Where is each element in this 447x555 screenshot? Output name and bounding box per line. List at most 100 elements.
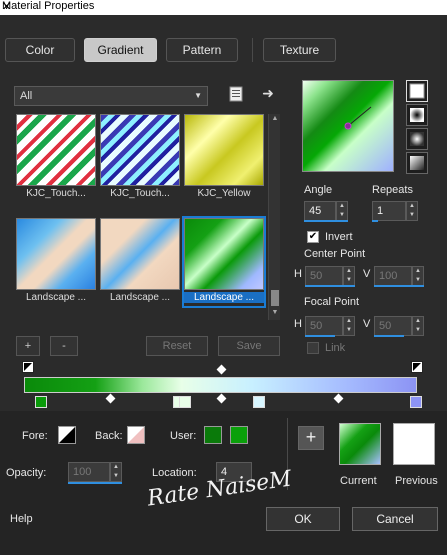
angle-input[interactable]: 45 — [304, 201, 336, 221]
center-v-spinner[interactable]: ▲ ▼ — [412, 266, 424, 286]
gradient-tile[interactable]: KJC_Touch... — [100, 114, 180, 202]
center-v-label: V — [363, 268, 371, 280]
linear-style-icon[interactable] — [406, 80, 428, 102]
color-stop-marker[interactable] — [410, 396, 422, 408]
document-icon[interactable] — [226, 86, 246, 106]
help-link[interactable]: Help — [10, 513, 33, 525]
opacity-slider[interactable] — [68, 482, 122, 484]
link-label: Link — [325, 342, 346, 354]
color-stop-marker[interactable] — [253, 396, 265, 408]
sunburst-style-icon[interactable] — [406, 152, 428, 174]
link-checkbox[interactable] — [307, 342, 319, 354]
gallery-scrollbar[interactable]: ▲ ▼ — [268, 114, 280, 320]
back-label: Back: — [95, 430, 123, 442]
save-gradient-button[interactable]: Save — [218, 336, 280, 356]
angle-label: Angle — [304, 184, 333, 196]
gradient-swatch — [100, 114, 180, 186]
angle-handle-icon[interactable] — [303, 81, 395, 173]
opacity-spinner[interactable]: ▲ ▼ — [110, 462, 122, 482]
gradient-tile[interactable]: Landscape ... — [16, 218, 96, 306]
gradient-tile[interactable]: Landscape ... — [100, 218, 180, 306]
user-color-swatch[interactable] — [230, 426, 248, 444]
gradient-tile-label: Landscape ... — [109, 292, 171, 303]
reset-button[interactable]: Reset — [146, 336, 208, 356]
center-h-input[interactable]: 50 — [305, 266, 343, 286]
fore-swatch-icon[interactable] — [58, 426, 76, 444]
focal-h-input[interactable]: 50 — [305, 316, 343, 336]
current-label: Current — [340, 475, 377, 487]
user-label: User: — [170, 430, 197, 442]
tab-gradient[interactable]: Gradient — [84, 38, 157, 62]
center-h-slider[interactable] — [305, 285, 355, 287]
user-color-swatch[interactable] — [204, 426, 222, 444]
current-swatch[interactable] — [339, 423, 381, 465]
repeats-input[interactable]: 1 — [372, 201, 406, 221]
focal-h-slider[interactable] — [305, 335, 335, 337]
gradient-tile-label: KJC_Touch... — [110, 188, 170, 199]
rectangular-style-icon[interactable] — [406, 104, 428, 126]
cancel-button[interactable]: Cancel — [352, 507, 438, 531]
focal-v-slider[interactable] — [374, 335, 404, 337]
gradient-swatch — [100, 218, 180, 290]
tab-pattern[interactable]: Pattern — [166, 38, 238, 62]
repeats-spinner[interactable]: ▲ ▼ — [406, 201, 418, 221]
scroll-up-icon[interactable]: ▲ — [269, 115, 281, 122]
color-midpoint-icon[interactable] — [333, 393, 344, 404]
category-dropdown[interactable]: All ▼ — [14, 86, 208, 106]
invert-checkbox[interactable]: ✔ — [307, 231, 319, 243]
repeats-label: Repeats — [372, 184, 413, 196]
gradient-tile[interactable]: KJC_Yellow — [184, 114, 264, 202]
scroll-down-icon[interactable]: ▼ — [269, 309, 281, 316]
tab-color[interactable]: Color — [5, 38, 75, 62]
gradient-preview[interactable] — [302, 80, 394, 172]
angle-slider[interactable] — [304, 220, 348, 222]
gradient-tile-label: Landscape ... — [184, 292, 264, 303]
close-icon[interactable]: ✕ — [2, 0, 439, 13]
gradient-bar[interactable] — [24, 377, 417, 393]
category-dropdown-value: All — [20, 90, 33, 102]
arrow-right-icon[interactable]: ➜ — [258, 84, 278, 104]
previous-label: Previous — [395, 475, 438, 487]
focal-h-spinner[interactable]: ▲ ▼ — [343, 316, 355, 336]
angle-spinner[interactable]: ▲ ▼ — [336, 201, 348, 221]
repeats-slider[interactable] — [372, 220, 378, 222]
chevron-down-icon: ▼ — [194, 91, 202, 100]
previous-swatch[interactable] — [393, 423, 435, 465]
center-v-input[interactable]: 100 — [374, 266, 412, 286]
center-h-label: H — [294, 268, 302, 280]
center-point-label: Center Point — [304, 248, 366, 260]
remove-gradient-button[interactable]: - — [50, 336, 78, 356]
transparency-end-marker[interactable] — [411, 361, 423, 373]
color-midpoint-icon[interactable] — [216, 393, 227, 404]
radial-style-icon[interactable] — [406, 128, 428, 150]
opacity-input[interactable]: 100 — [68, 462, 110, 482]
gradient-tile-label: Landscape ... — [25, 292, 87, 303]
location-label: Location: — [152, 467, 197, 479]
back-swatch-icon[interactable] — [127, 426, 145, 444]
add-gradient-button[interactable]: + — [16, 336, 40, 356]
gradient-tile-selected[interactable]: Landscape ... — [182, 216, 266, 308]
center-h-spinner[interactable]: ▲ ▼ — [343, 266, 355, 286]
transparency-start-marker[interactable] — [22, 361, 34, 373]
gradient-swatch — [184, 114, 264, 186]
fore-label: Fore: — [22, 430, 48, 442]
opacity-label: Opacity: — [6, 467, 47, 479]
color-stop-marker[interactable] — [35, 396, 47, 408]
ok-button[interactable]: OK — [266, 507, 340, 531]
transparency-midpoint-icon[interactable] — [216, 364, 227, 375]
gradient-swatch — [16, 218, 96, 290]
scrollbar-thumb[interactable] — [271, 290, 279, 306]
focal-v-input[interactable]: 50 — [374, 316, 412, 336]
add-swatch-button[interactable]: + — [298, 426, 324, 450]
invert-label: Invert — [325, 231, 353, 243]
gradient-swatch — [16, 114, 96, 186]
center-v-slider[interactable] — [374, 285, 424, 287]
title-bar: Material Properties ✕ — [0, 0, 447, 15]
gradient-tile[interactable]: KJC_Touch... — [16, 114, 96, 202]
focal-v-label: V — [363, 318, 371, 330]
focal-v-spinner[interactable]: ▲ ▼ — [412, 316, 424, 336]
focal-h-label: H — [294, 318, 302, 330]
color-midpoint-icon[interactable] — [105, 393, 116, 404]
tab-texture[interactable]: Texture — [263, 38, 336, 62]
color-stop-marker[interactable] — [179, 396, 191, 408]
